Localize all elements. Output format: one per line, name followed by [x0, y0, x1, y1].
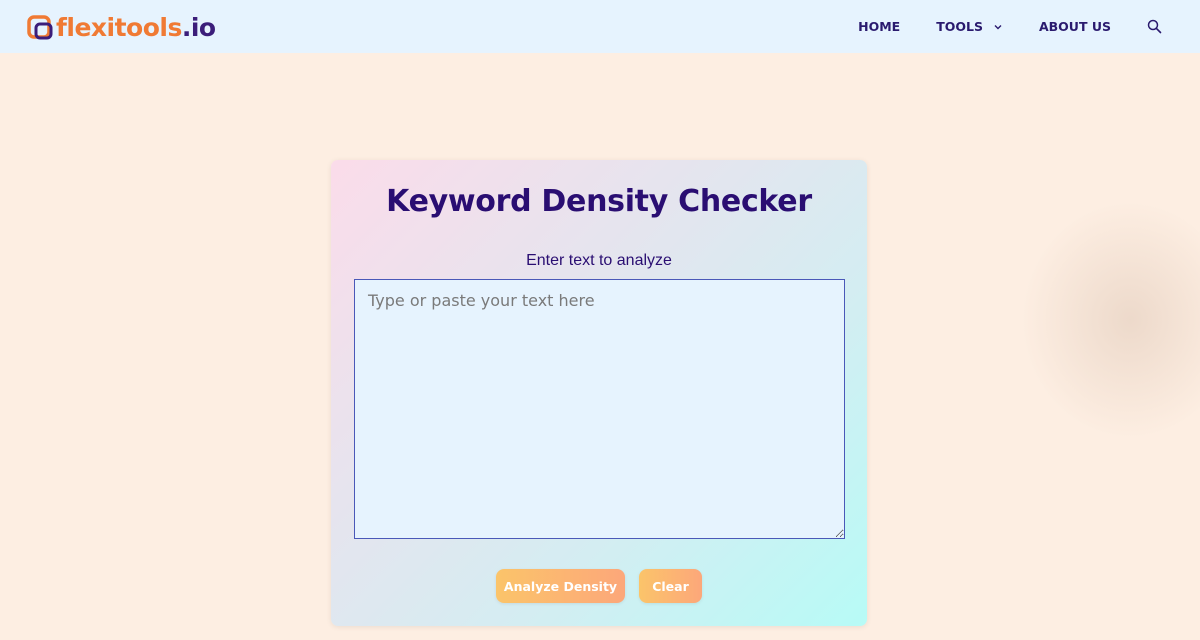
page-title: Keyword Density Checker	[386, 184, 812, 219]
site-header: flexitools.io HOME TOOLS ABOUT US	[0, 0, 1200, 53]
nav-about-us[interactable]: ABOUT US	[1039, 19, 1111, 34]
background-glow	[1020, 200, 1200, 440]
nav-tools-label: TOOLS	[936, 19, 983, 34]
logo-icon	[27, 15, 53, 40]
site-logo[interactable]: flexitools.io	[27, 12, 216, 42]
clear-button[interactable]: Clear	[639, 569, 702, 603]
chevron-down-icon	[994, 24, 1002, 29]
keyword-density-card: Keyword Density Checker Enter text to an…	[331, 160, 867, 626]
logo-text: flexitools.io	[56, 13, 216, 42]
analyze-density-button[interactable]: Analyze Density	[496, 569, 625, 603]
main-nav: HOME TOOLS ABOUT US	[858, 0, 1162, 53]
search-icon[interactable]	[1147, 19, 1162, 34]
nav-home-label: HOME	[858, 19, 901, 34]
logo-name: flexitools	[56, 12, 182, 42]
nav-tools[interactable]: TOOLS	[936, 19, 1003, 34]
nav-home[interactable]: HOME	[858, 19, 900, 34]
nav-about-us-label: ABOUT US	[1038, 19, 1111, 34]
text-input-label: Enter text to analyze	[526, 252, 672, 269]
logo-tld: .io	[181, 12, 216, 42]
text-input[interactable]	[354, 279, 845, 539]
